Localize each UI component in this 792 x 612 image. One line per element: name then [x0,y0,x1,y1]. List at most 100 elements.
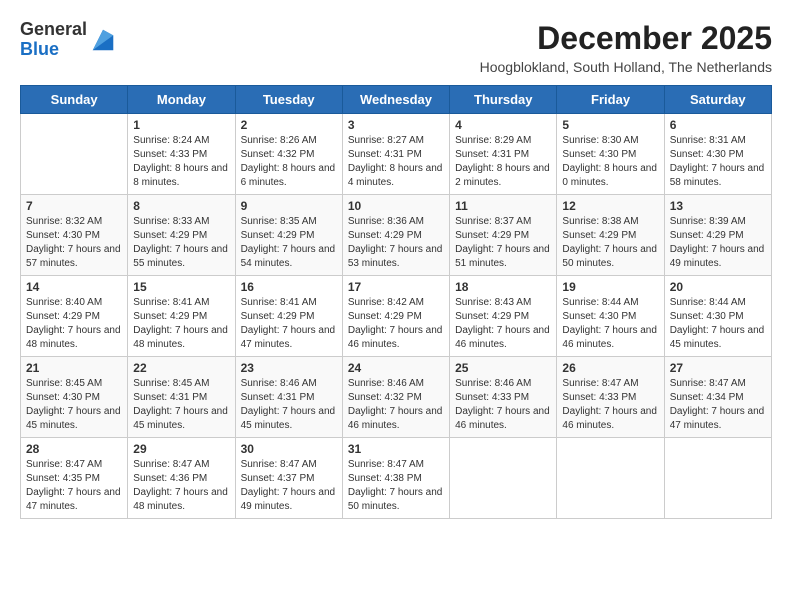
day-number: 19 [562,280,658,294]
day-info: Sunrise: 8:47 AMSunset: 4:38 PMDaylight:… [348,458,444,514]
day-cell: 27Sunrise: 8:47 AMSunset: 4:34 PMDayligh… [664,357,771,438]
day-cell: 24 Sunrise: 8:46 AMSunset: 4:32 PMDayligh… [342,357,449,438]
day-info: Sunrise: 8:27 AMSunset: 4:31 PMDaylight:… [348,134,444,190]
day-cell: 12Sunrise: 8:38 AMSunset: 4:29 PMDayligh… [557,195,664,276]
col-header-thursday: Thursday [450,86,557,114]
day-info: Sunrise: 8:47 AMSunset: 4:36 PMDaylight:… [133,458,229,514]
day-info: Sunrise: 8:41 AMSunset: 4:29 PMDaylight:… [241,296,337,352]
day-info: Sunrise: 8:39 AMSunset: 4:29 PMDaylight:… [670,215,766,271]
day-cell: 29 Sunrise: 8:47 AMSunset: 4:36 PMDayligh… [128,438,235,519]
day-number: 9 [241,199,337,213]
day-info: Sunrise: 8:44 AMSunset: 4:30 PMDaylight:… [670,296,766,352]
day-number: 22 [133,361,229,375]
week-row-4: 21 Sunrise: 8:45 AMSunset: 4:30 PMDayligh… [21,357,772,438]
day-info: Sunrise: 8:35 AMSunset: 4:29 PMDaylight:… [241,215,337,271]
day-cell [664,438,771,519]
day-cell: 18 Sunrise: 8:43 AMSunset: 4:29 PMDayligh… [450,276,557,357]
day-cell: 7 Sunrise: 8:32 AMSunset: 4:30 PMDaylight… [21,195,128,276]
day-cell: 21 Sunrise: 8:45 AMSunset: 4:30 PMDayligh… [21,357,128,438]
day-number: 23 [241,361,337,375]
day-info: Sunrise: 8:30 AMSunset: 4:30 PMDaylight:… [562,134,658,190]
day-info: Sunrise: 8:29 AMSunset: 4:31 PMDaylight:… [455,134,551,190]
calendar-table: SundayMondayTuesdayWednesdayThursdayFrid… [20,85,772,519]
day-number: 29 [133,442,229,456]
day-number: 3 [348,118,444,132]
day-info: Sunrise: 8:31 AMSunset: 4:30 PMDaylight:… [670,134,766,190]
day-number: 31 [348,442,444,456]
col-header-saturday: Saturday [664,86,771,114]
day-info: Sunrise: 8:32 AMSunset: 4:30 PMDaylight:… [26,215,122,271]
title-block: December 2025 Hoogblokland, South Hollan… [480,20,772,75]
day-number: 24 [348,361,444,375]
day-cell: 25Sunrise: 8:46 AMSunset: 4:33 PMDayligh… [450,357,557,438]
logo-icon [89,26,117,54]
day-info: Sunrise: 8:36 AMSunset: 4:29 PMDaylight:… [348,215,444,271]
day-info: Sunrise: 8:46 AMSunset: 4:31 PMDaylight:… [241,377,337,433]
day-info: Sunrise: 8:45 AMSunset: 4:30 PMDaylight:… [26,377,122,433]
day-number: 20 [670,280,766,294]
day-cell: 6 Sunrise: 8:31 AMSunset: 4:30 PMDaylight… [664,114,771,195]
day-cell: 9 Sunrise: 8:35 AMSunset: 4:29 PMDaylight… [235,195,342,276]
day-cell: 28 Sunrise: 8:47 AMSunset: 4:35 PMDayligh… [21,438,128,519]
day-number: 7 [26,199,122,213]
page-header: General Blue December 2025 Hoogblokland,… [20,20,772,75]
day-info: Sunrise: 8:33 AMSunset: 4:29 PMDaylight:… [133,215,229,271]
day-cell: 2 Sunrise: 8:26 AMSunset: 4:32 PMDaylight… [235,114,342,195]
calendar-title: December 2025 [480,20,772,57]
col-header-tuesday: Tuesday [235,86,342,114]
week-row-3: 14 Sunrise: 8:40 AMSunset: 4:29 PMDayligh… [21,276,772,357]
day-number: 1 [133,118,229,132]
col-header-friday: Friday [557,86,664,114]
day-number: 6 [670,118,766,132]
day-number: 11 [455,199,551,213]
day-info: Sunrise: 8:41 AMSunset: 4:29 PMDaylight:… [133,296,229,352]
day-number: 21 [26,361,122,375]
day-number: 17 [348,280,444,294]
day-number: 4 [455,118,551,132]
day-info: Sunrise: 8:24 AMSunset: 4:33 PMDaylight:… [133,134,229,190]
day-info: Sunrise: 8:40 AMSunset: 4:29 PMDaylight:… [26,296,122,352]
day-cell: 17 Sunrise: 8:42 AMSunset: 4:29 PMDayligh… [342,276,449,357]
week-row-5: 28 Sunrise: 8:47 AMSunset: 4:35 PMDayligh… [21,438,772,519]
day-info: Sunrise: 8:26 AMSunset: 4:32 PMDaylight:… [241,134,337,190]
day-number: 16 [241,280,337,294]
day-number: 28 [26,442,122,456]
calendar-header: SundayMondayTuesdayWednesdayThursdayFrid… [21,86,772,114]
day-number: 26 [562,361,658,375]
day-number: 15 [133,280,229,294]
day-cell: 13Sunrise: 8:39 AMSunset: 4:29 PMDayligh… [664,195,771,276]
day-info: Sunrise: 8:46 AMSunset: 4:32 PMDaylight:… [348,377,444,433]
day-cell: 31 Sunrise: 8:47 AMSunset: 4:38 PMDayligh… [342,438,449,519]
day-cell [21,114,128,195]
col-header-sunday: Sunday [21,86,128,114]
day-info: Sunrise: 8:45 AMSunset: 4:31 PMDaylight:… [133,377,229,433]
day-info: Sunrise: 8:42 AMSunset: 4:29 PMDaylight:… [348,296,444,352]
day-number: 8 [133,199,229,213]
day-number: 25 [455,361,551,375]
calendar-subtitle: Hoogblokland, South Holland, The Netherl… [480,59,772,75]
day-cell: 22 Sunrise: 8:45 AMSunset: 4:31 PMDayligh… [128,357,235,438]
day-number: 5 [562,118,658,132]
day-cell: 19 Sunrise: 8:44 AMSunset: 4:30 PMDayligh… [557,276,664,357]
day-number: 14 [26,280,122,294]
day-info: Sunrise: 8:44 AMSunset: 4:30 PMDaylight:… [562,296,658,352]
day-cell: 3 Sunrise: 8:27 AMSunset: 4:31 PMDaylight… [342,114,449,195]
day-number: 2 [241,118,337,132]
day-info: Sunrise: 8:47 AMSunset: 4:35 PMDaylight:… [26,458,122,514]
calendar-body: 1 Sunrise: 8:24 AMSunset: 4:33 PMDaylight… [21,114,772,519]
day-info: Sunrise: 8:38 AMSunset: 4:29 PMDaylight:… [562,215,658,271]
col-header-monday: Monday [128,86,235,114]
day-info: Sunrise: 8:47 AMSunset: 4:34 PMDaylight:… [670,377,766,433]
logo: General Blue [20,20,117,60]
day-cell: 8 Sunrise: 8:33 AMSunset: 4:29 PMDaylight… [128,195,235,276]
day-info: Sunrise: 8:37 AMSunset: 4:29 PMDaylight:… [455,215,551,271]
day-info: Sunrise: 8:43 AMSunset: 4:29 PMDaylight:… [455,296,551,352]
day-info: Sunrise: 8:47 AMSunset: 4:33 PMDaylight:… [562,377,658,433]
day-cell: 15 Sunrise: 8:41 AMSunset: 4:29 PMDayligh… [128,276,235,357]
day-cell: 1 Sunrise: 8:24 AMSunset: 4:33 PMDaylight… [128,114,235,195]
day-cell: 14 Sunrise: 8:40 AMSunset: 4:29 PMDayligh… [21,276,128,357]
day-cell: 16 Sunrise: 8:41 AMSunset: 4:29 PMDayligh… [235,276,342,357]
col-header-wednesday: Wednesday [342,86,449,114]
day-number: 18 [455,280,551,294]
day-cell: 30Sunrise: 8:47 AMSunset: 4:37 PMDayligh… [235,438,342,519]
